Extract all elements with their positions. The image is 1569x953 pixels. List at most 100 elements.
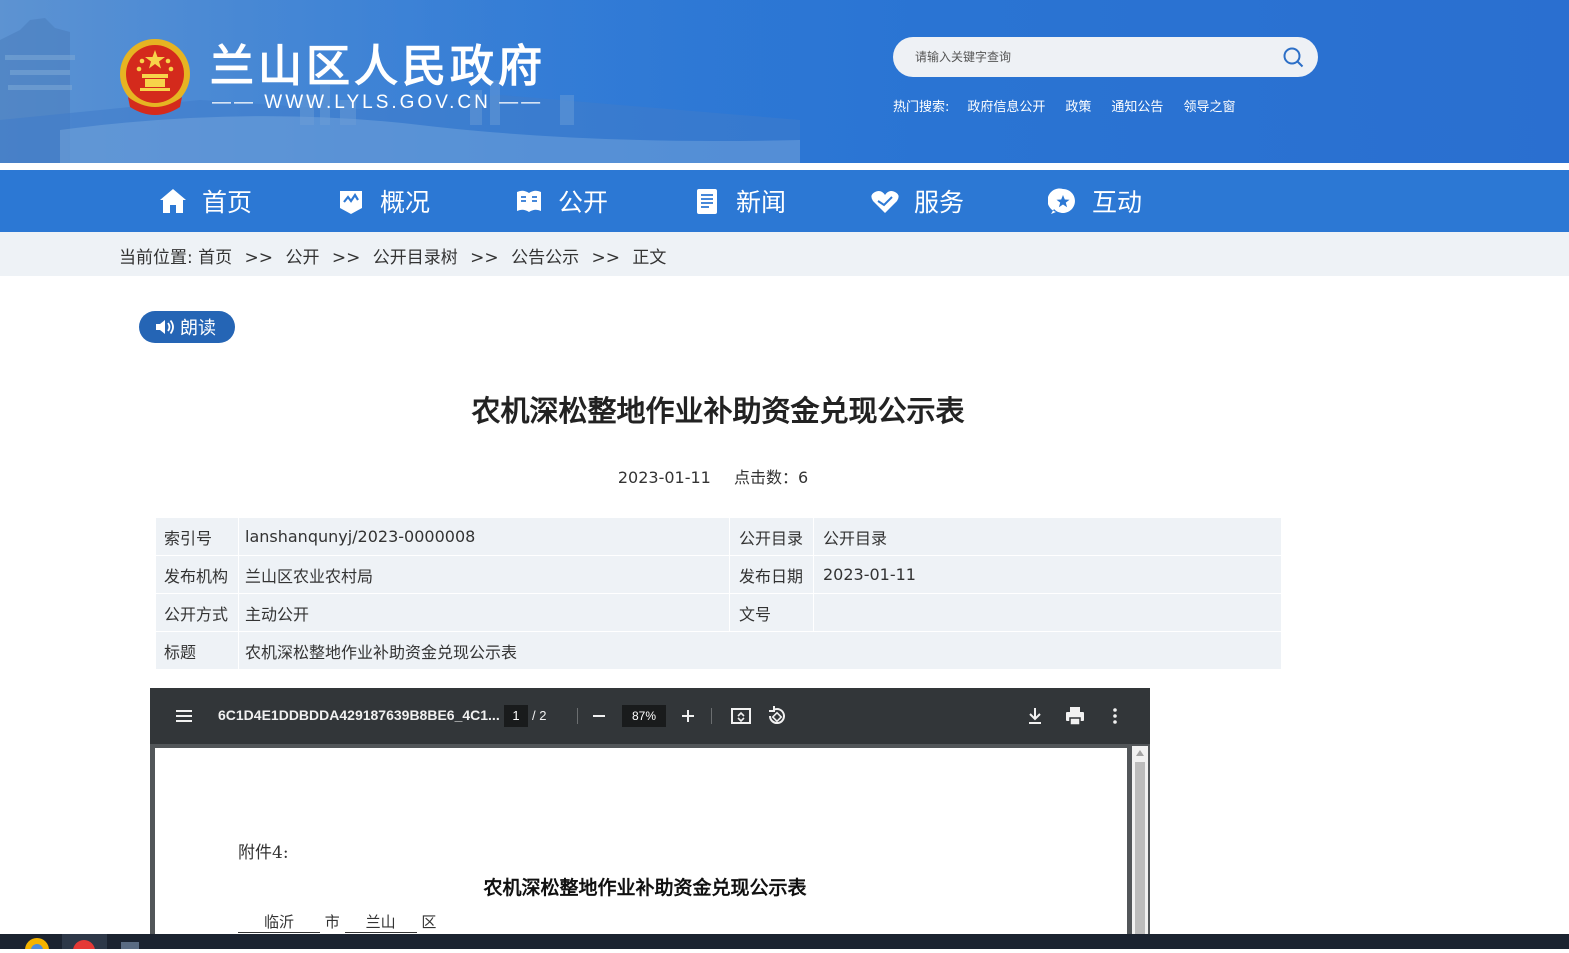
scrollbar-thumb[interactable]	[1135, 762, 1145, 938]
breadcrumb-separator: >>	[331, 248, 361, 268]
info-key: 标题	[155, 631, 239, 670]
info-value: lanshanqunyj/2023-0000008	[238, 517, 730, 556]
breadcrumb: 当前位置: 首页 >> 公开 >> 公开目录树 >> 公告公示 >> 正文	[119, 243, 666, 268]
fit-page-icon[interactable]	[729, 704, 753, 728]
read-aloud-button[interactable]: 朗读	[139, 311, 235, 343]
interact-icon	[1048, 188, 1075, 214]
info-key: 发布日期	[729, 555, 814, 594]
nav-item-open[interactable]: 公开	[514, 170, 608, 232]
hot-search-label: 热门搜索:	[893, 100, 950, 115]
nav-item-news[interactable]: 新闻	[692, 170, 786, 232]
download-icon[interactable]	[1023, 704, 1047, 728]
breadcrumb-separator: >>	[470, 248, 499, 268]
table-row: 发布机构 兰山区农业农村局 发布日期 2023-01-11	[155, 555, 1282, 594]
breadcrumb-separator: >>	[591, 248, 620, 268]
article-click-count: 点击数：6	[733, 468, 809, 487]
scroll-up-arrow[interactable]	[1136, 750, 1144, 756]
folder-app-icon[interactable]	[115, 934, 145, 949]
article-date: 2023-01-11	[617, 468, 711, 487]
main-nav: 首页 概况 公开 新闻 服务 互动	[0, 170, 1569, 232]
hot-link-leaders[interactable]: 领导之窗	[1183, 96, 1235, 115]
info-value: 主动公开	[238, 593, 730, 632]
info-key: 发布机构	[155, 555, 239, 594]
article-meta: 2023-01-11 点击数：6	[0, 464, 1426, 488]
breadcrumb-body[interactable]: 正文	[632, 248, 666, 268]
breadcrumb-prefix: 当前位置:	[119, 248, 193, 268]
info-key: 公开目录	[729, 517, 814, 556]
app-icon	[73, 940, 95, 953]
hot-link-policy[interactable]: 政策	[1065, 96, 1091, 115]
info-key: 公开方式	[155, 593, 239, 632]
rotate-icon[interactable]	[765, 704, 789, 728]
article-title: 农机深松整地作业补助资金兑现公示表	[471, 394, 965, 428]
news-icon	[697, 189, 717, 214]
nav-item-interact[interactable]: 互动	[1048, 170, 1142, 232]
info-value: 2023-01-11	[813, 555, 1282, 594]
national-emblem-logo	[120, 39, 190, 115]
menu-icon[interactable]	[172, 704, 196, 728]
pdf-scrollbar[interactable]	[1132, 746, 1148, 938]
hot-link-notice[interactable]: 通知公告	[1111, 96, 1163, 115]
nav-label-home: 首页	[202, 188, 253, 217]
search-box	[893, 37, 1318, 77]
nav-label-service: 服务	[914, 188, 965, 217]
doc-district-unit: 区	[421, 913, 437, 931]
breadcrumb-announcements[interactable]: 公告公示	[511, 248, 579, 268]
table-row: 索引号 lanshanqunyj/2023-0000008 公开目录 公开目录	[155, 517, 1282, 556]
breadcrumb-home[interactable]: 首页	[198, 248, 232, 268]
breadcrumb-catalog-tree[interactable]: 公开目录树	[373, 248, 458, 268]
site-header: 兰山区人民政府 —— WWW.LYLS.GOV.CN —— 热门搜索: 政府信息…	[0, 0, 1569, 163]
zoom-in-icon[interactable]	[676, 704, 700, 728]
pdf-toolbar: 6C1D4E1DDBDDA429187639B8BE6_4C1... 1 / 2…	[150, 688, 1150, 744]
browser-app-icon[interactable]	[22, 934, 52, 949]
pdf-page: 附件4: 农机深松整地作业补助资金兑现公示表 临沂 市 兰山 区	[155, 748, 1127, 938]
nav-item-service[interactable]: 服务	[870, 170, 964, 232]
doc-district: 兰山	[344, 911, 417, 933]
nav-label-interact: 互动	[1092, 188, 1143, 217]
info-key: 文号	[729, 593, 814, 632]
toolbar-divider	[577, 708, 578, 724]
page-count: / 2	[532, 708, 547, 723]
search-icon[interactable]	[1282, 46, 1304, 68]
zoom-out-icon[interactable]	[587, 704, 611, 728]
document-info-table: 索引号 lanshanqunyj/2023-0000008 公开目录 公开目录 …	[155, 517, 1282, 670]
nav-label-news: 新闻	[736, 188, 787, 217]
nav-label-overview: 概况	[380, 188, 431, 217]
zoom-level[interactable]: 87%	[622, 705, 666, 727]
speaker-icon	[156, 319, 174, 335]
page-number-input[interactable]: 1	[504, 705, 528, 727]
service-icon	[871, 191, 899, 213]
info-value	[813, 593, 1282, 632]
breadcrumb-open[interactable]: 公开	[285, 248, 319, 268]
breadcrumb-bar: 当前位置: 首页 >> 公开 >> 公开目录树 >> 公告公示 >> 正文	[0, 232, 1569, 276]
read-aloud-label: 朗读	[180, 318, 216, 339]
doc-attachment-label: 附件4:	[238, 843, 289, 863]
header-divider	[0, 163, 1569, 170]
search-input[interactable]	[915, 37, 1275, 77]
overview-icon	[340, 191, 362, 214]
pdf-viewer: 6C1D4E1DDBDDA429187639B8BE6_4C1... 1 / 2…	[150, 688, 1150, 938]
info-key: 索引号	[155, 517, 239, 556]
toolbar-divider	[711, 708, 712, 724]
doc-title: 农机深松整地作业补助资金兑现公示表	[483, 877, 807, 899]
home-icon	[160, 189, 186, 213]
book-icon	[517, 190, 541, 212]
hot-search: 热门搜索: 政府信息公开 政策 通知公告 领导之窗	[893, 96, 1255, 115]
doc-city: 临沂	[238, 911, 320, 933]
print-icon[interactable]	[1063, 704, 1087, 728]
info-value: 农机深松整地作业补助资金兑现公示表	[238, 631, 1282, 670]
doc-location: 临沂 市 兰山 区	[238, 911, 436, 933]
doc-city-unit: 市	[324, 913, 340, 931]
active-app-tab[interactable]	[62, 934, 107, 953]
nav-item-overview[interactable]: 概况	[336, 170, 430, 232]
info-value: 兰山区农业农村局	[238, 555, 730, 594]
nav-item-home[interactable]: 首页	[158, 170, 252, 232]
table-row: 标题 农机深松整地作业补助资金兑现公示表	[155, 631, 1282, 670]
site-url: —— WWW.LYLS.GOV.CN ——	[212, 92, 544, 113]
site-name: 兰山区人民政府	[210, 41, 546, 92]
table-row: 公开方式 主动公开 文号	[155, 593, 1282, 632]
breadcrumb-separator: >>	[244, 248, 274, 268]
info-value: 公开目录	[813, 517, 1282, 556]
more-options-icon[interactable]	[1103, 704, 1127, 728]
hot-link-gov-info[interactable]: 政府信息公开	[967, 96, 1045, 115]
